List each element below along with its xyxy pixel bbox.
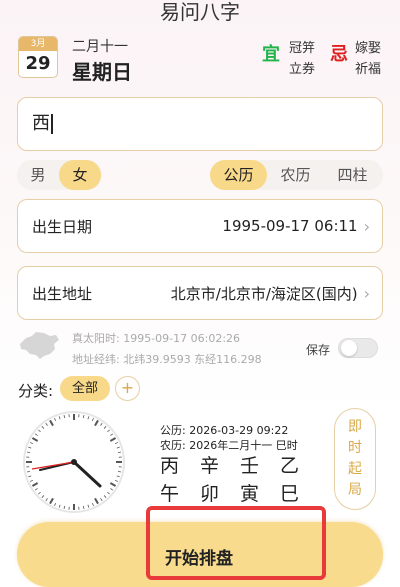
earthly-branch: 午	[160, 483, 180, 505]
bazi-solar-time: 公历: 2026-03-29 09:22	[160, 424, 289, 437]
chevron-right-icon: ›	[363, 216, 370, 236]
heavenly-stem: 壬	[240, 455, 260, 477]
yi-item: 立券	[289, 62, 316, 77]
ji-item: 祈福	[355, 62, 382, 77]
save-label: 保存	[306, 343, 331, 357]
yi-label: 宜	[262, 44, 280, 65]
heavenly-stem: 丙	[160, 455, 180, 477]
yi-item: 冠笄	[289, 41, 316, 56]
instant-char: 起	[348, 461, 362, 477]
app-title: 易问八字	[160, 0, 240, 24]
china-map-icon	[20, 332, 59, 359]
instant-char: 局	[348, 482, 362, 498]
birth-place-value: 北京市/北京市/海淀区(国内)	[170, 284, 358, 303]
name-input[interactable]: 西	[17, 97, 383, 151]
calendar-date-badge: 3月 29	[18, 36, 58, 78]
birth-date-label: 出生日期	[32, 217, 93, 236]
heavenly-stem: 辛	[200, 455, 220, 477]
gender-option-male[interactable]: 男	[17, 160, 59, 190]
category-all-chip[interactable]: 全部	[60, 376, 110, 401]
yi-items: 冠笄 立券	[289, 38, 315, 80]
earthly-branch: 寅	[240, 483, 260, 505]
save-toggle[interactable]	[338, 338, 378, 358]
birth-date-value: 1995-09-17 06:11	[222, 217, 358, 235]
gender-option-female[interactable]: 女	[59, 160, 101, 190]
day-number: 29	[25, 53, 51, 74]
clock-icon	[23, 411, 125, 513]
chevron-right-icon: ›	[363, 283, 370, 303]
birth-place-label: 出生地址	[32, 284, 93, 303]
lunar-date: 二月十一	[72, 39, 128, 55]
calendar-option-lunar[interactable]: 农历	[267, 160, 324, 190]
bazi-lunar-time: 农历: 2026年二月十一 巳时	[160, 439, 298, 452]
birth-date-row[interactable]: 出生日期 1995-09-17 06:11 ›	[17, 199, 383, 253]
toggle-knob	[341, 340, 357, 356]
gender-toggle: 男 女	[17, 160, 102, 190]
instant-char: 时	[348, 440, 362, 456]
name-input-value: 西	[32, 113, 50, 134]
category-label: 分类:	[18, 382, 54, 400]
text-caret	[51, 114, 53, 134]
earthly-branch: 卯	[200, 483, 220, 505]
highlight-box	[146, 506, 326, 580]
earthly-branch: 巳	[280, 483, 300, 505]
heavenly-stem: 乙	[280, 455, 300, 477]
calendar-option-solar[interactable]: 公历	[210, 160, 267, 190]
ji-item: 嫁娶	[355, 41, 382, 56]
calendar-option-four-pillars[interactable]: 四柱	[324, 160, 381, 190]
bazi-pillars: 丙 辛 壬 乙 午 卯 寅 巳	[160, 454, 320, 506]
instant-char: 即	[348, 419, 362, 435]
instant-chart-button[interactable]: 即 时 起 局	[334, 408, 376, 510]
weekday: 星期日	[72, 60, 132, 84]
ji-label: 忌	[330, 44, 348, 65]
birth-place-row[interactable]: 出生地址 北京市/北京市/海淀区(国内) ›	[17, 266, 383, 320]
true-solar-time: 真太阳时: 1995-09-17 06:02:26	[72, 332, 241, 345]
calendar-type-toggle: 公历 农历 四柱	[210, 160, 383, 190]
address-coordinates: 地址经纬: 北纬39.9593 东经116.298	[72, 353, 262, 366]
add-category-button[interactable]: +	[115, 376, 140, 401]
ji-items: 嫁娶 祈福	[355, 38, 381, 80]
month-label: 3月	[19, 37, 57, 51]
